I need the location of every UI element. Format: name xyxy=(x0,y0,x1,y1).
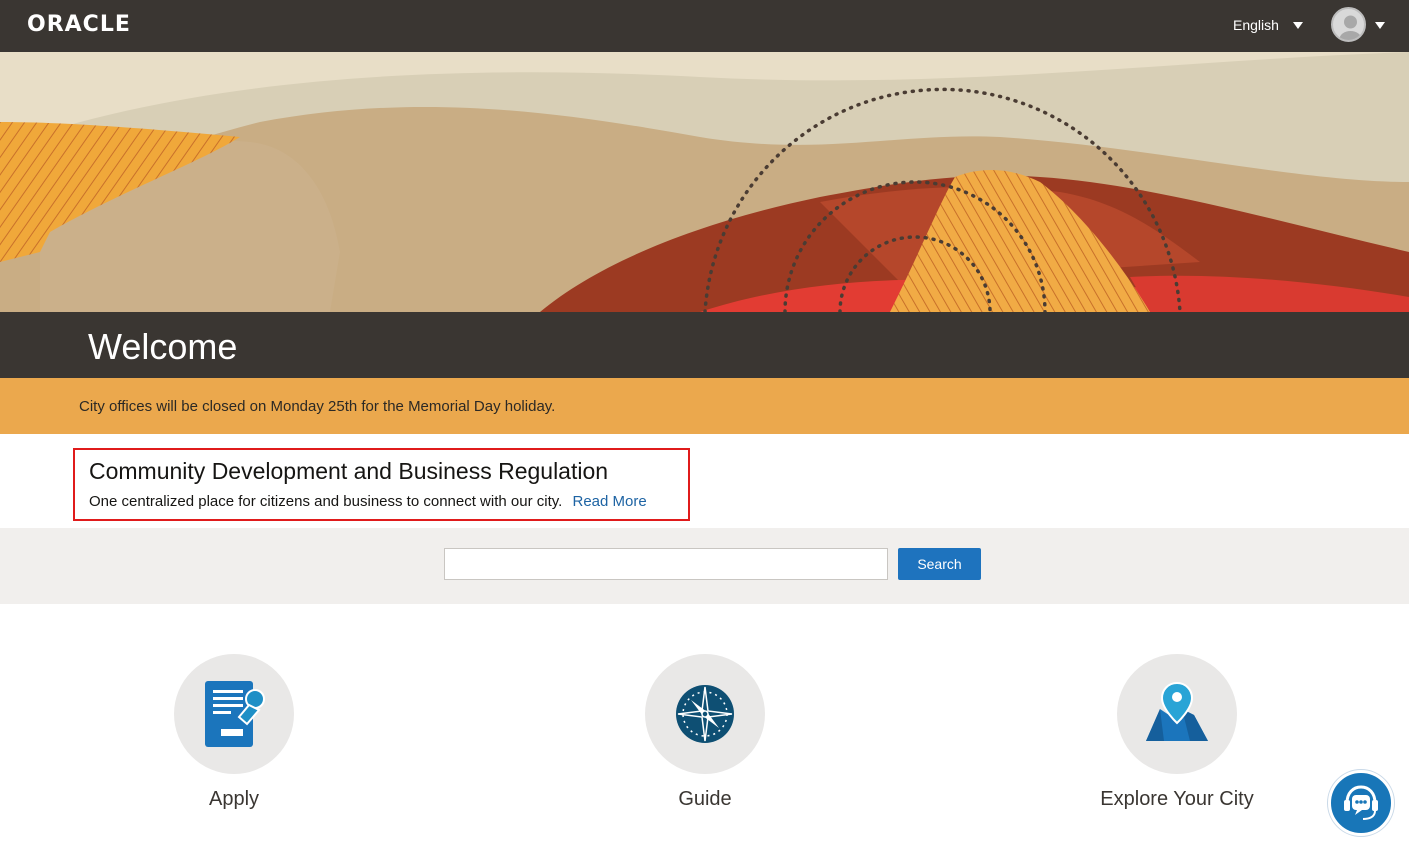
oracle-logo[interactable]: ORACLE xyxy=(27,12,131,37)
map-pin-icon xyxy=(1146,681,1208,741)
page-title: Welcome xyxy=(88,326,238,367)
announcement-banner: City offices will be closed on Monday 25… xyxy=(0,378,1409,434)
user-avatar-icon[interactable] xyxy=(1331,7,1366,42)
search-button[interactable]: Search xyxy=(898,548,981,580)
top-bar: ORACLE English xyxy=(0,0,1409,52)
explore-city-tile[interactable]: Explore Your City xyxy=(1077,654,1277,824)
apply-tile-circle xyxy=(174,654,294,774)
compass-icon xyxy=(676,685,734,743)
search-input[interactable] xyxy=(444,548,888,580)
apply-tile-label: Apply xyxy=(208,788,260,810)
guide-tile[interactable]: Guide xyxy=(605,654,805,824)
apply-tile[interactable]: Apply xyxy=(134,654,334,824)
welcome-bar: Welcome xyxy=(0,312,1409,378)
hero-banner xyxy=(0,52,1409,312)
explore-tile-circle xyxy=(1117,654,1237,774)
intro-description: One centralized place for citizens and b… xyxy=(89,493,647,510)
search-section: Search xyxy=(0,528,1409,604)
chat-assistant-icon xyxy=(1344,785,1378,820)
chat-assistant-button[interactable] xyxy=(1328,770,1394,836)
announcement-text: City offices will be closed on Monday 25… xyxy=(79,398,556,415)
user-menu-chevron-icon[interactable] xyxy=(1375,22,1385,29)
language-selector[interactable]: English xyxy=(1233,17,1303,33)
intro-title: Community Development and Business Regul… xyxy=(89,458,609,484)
intro-description-text: One centralized place for citizens and b… xyxy=(89,493,563,510)
language-label: English xyxy=(1233,17,1279,33)
read-more-link[interactable]: Read More xyxy=(572,493,646,510)
banner-illustration xyxy=(0,52,1409,312)
explore-tile-label: Explore Your City xyxy=(1100,788,1254,810)
guide-tile-circle xyxy=(645,654,765,774)
guide-tile-label: Guide xyxy=(678,788,732,810)
intro-section: Community Development and Business Regul… xyxy=(73,448,690,521)
apply-stamp-icon xyxy=(205,681,265,747)
chevron-down-icon xyxy=(1292,21,1303,29)
